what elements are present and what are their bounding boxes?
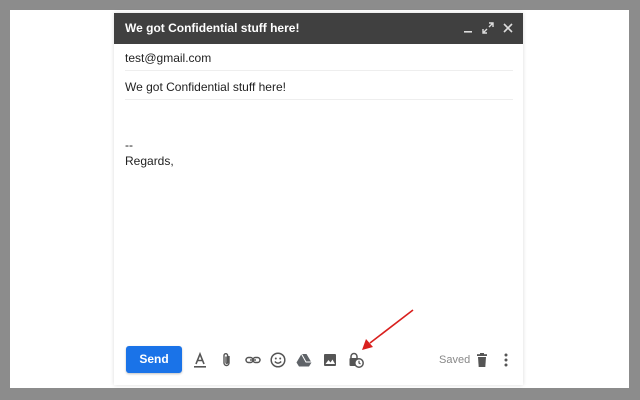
to-field[interactable]: test@gmail.com [125, 46, 513, 71]
minimize-icon[interactable] [461, 21, 475, 35]
send-button[interactable]: Send [126, 346, 182, 373]
signature-text: Regards, [125, 154, 174, 168]
more-options-icon[interactable] [497, 351, 515, 369]
photo-icon[interactable] [321, 351, 339, 369]
link-icon[interactable] [244, 351, 262, 369]
close-icon[interactable] [501, 21, 515, 35]
subject-field[interactable]: We got Confidential stuff here! [125, 75, 513, 100]
confidential-mode-icon[interactable] [347, 351, 365, 369]
compose-titlebar[interactable]: We got Confidential stuff here! [114, 13, 523, 44]
formatting-icon[interactable] [191, 351, 209, 369]
emoji-icon[interactable] [269, 351, 287, 369]
drive-icon[interactable] [295, 351, 313, 369]
popout-icon[interactable] [481, 21, 495, 35]
compose-window: We got Confidential stuff here! test@gma… [114, 13, 523, 385]
attach-icon[interactable] [218, 351, 236, 369]
trash-icon[interactable] [473, 351, 491, 369]
compose-toolbar: Send Saved [114, 343, 523, 379]
signature-separator: -- [125, 138, 133, 152]
compose-title: We got Confidential stuff here! [125, 21, 300, 35]
save-status: Saved [439, 354, 471, 366]
message-body[interactable]: -- Regards, [125, 137, 513, 169]
